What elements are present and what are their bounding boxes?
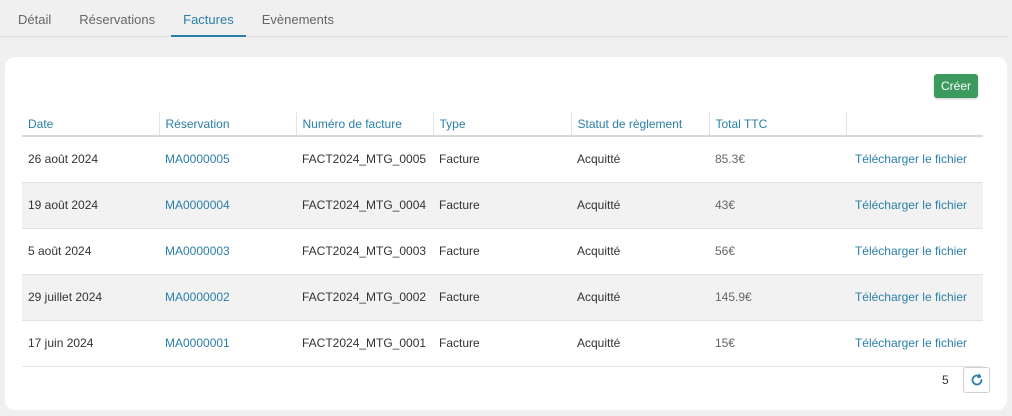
column-header-reservation[interactable]: Réservation	[159, 112, 297, 137]
cell-invoice-number: FACT2024_MTG_0004	[296, 182, 433, 229]
row-count: 5	[942, 373, 949, 387]
cell-total: 56€	[709, 228, 846, 275]
cell-type: Facture	[433, 136, 571, 183]
cell-type: Facture	[433, 274, 571, 321]
cell-type: Facture	[433, 228, 571, 275]
cell-total: 145.9€	[709, 274, 846, 321]
refresh-button[interactable]	[963, 367, 990, 393]
tab-reservations[interactable]: Réservations	[67, 0, 167, 37]
cell-date: 17 juin 2024	[22, 320, 159, 367]
invoices-table: Date Réservation Numéro de facture Type …	[22, 112, 983, 367]
reservation-link[interactable]: MA0000004	[159, 182, 296, 229]
cell-total: 43€	[709, 182, 846, 229]
download-file-link[interactable]: Télécharger le fichier	[846, 320, 983, 367]
cell-status: Acquitté	[571, 228, 709, 275]
reservation-link[interactable]: MA0000001	[159, 320, 296, 367]
cell-date: 5 août 2024	[22, 228, 159, 275]
download-file-link[interactable]: Télécharger le fichier	[846, 136, 983, 183]
cell-invoice-number: FACT2024_MTG_0002	[296, 274, 433, 321]
cell-status: Acquitté	[571, 274, 709, 321]
refresh-icon	[971, 373, 982, 386]
cell-date: 26 août 2024	[22, 136, 159, 183]
cell-type: Facture	[433, 182, 571, 229]
create-button[interactable]: Créer	[934, 74, 978, 98]
column-header-actions	[846, 112, 983, 137]
invoices-card: Créer Date Réservation Numéro de facture…	[5, 57, 1007, 410]
tab-factures[interactable]: Factures	[171, 0, 246, 37]
table-header-row: Date Réservation Numéro de facture Type …	[22, 112, 983, 137]
column-header-type[interactable]: Type	[433, 112, 572, 137]
cell-total: 15€	[709, 320, 846, 367]
tab-detail[interactable]: Détail	[6, 0, 63, 37]
download-file-link[interactable]: Télécharger le fichier	[846, 274, 983, 321]
tab-evenements[interactable]: Evènements	[250, 0, 346, 37]
cell-invoice-number: FACT2024_MTG_0001	[296, 320, 433, 367]
reservation-link[interactable]: MA0000003	[159, 228, 296, 275]
column-header-payment-status[interactable]: Statut de règlement	[571, 112, 710, 137]
table-row: 29 juillet 2024 MA0000002 FACT2024_MTG_0…	[22, 274, 983, 321]
reservation-link[interactable]: MA0000002	[159, 274, 296, 321]
cell-date: 19 août 2024	[22, 182, 159, 229]
column-header-invoice-number[interactable]: Numéro de facture	[296, 112, 434, 137]
cell-status: Acquitté	[571, 136, 709, 183]
column-header-date[interactable]: Date	[22, 112, 160, 137]
table-row: 19 août 2024 MA0000004 FACT2024_MTG_0004…	[22, 182, 983, 229]
cell-invoice-number: FACT2024_MTG_0005	[296, 136, 433, 183]
cell-invoice-number: FACT2024_MTG_0003	[296, 228, 433, 275]
reservation-link[interactable]: MA0000005	[159, 136, 296, 183]
column-header-total[interactable]: Total TTC	[709, 112, 847, 137]
download-file-link[interactable]: Télécharger le fichier	[846, 228, 983, 275]
table-row: 26 août 2024 MA0000005 FACT2024_MTG_0005…	[22, 136, 983, 183]
cell-status: Acquitté	[571, 320, 709, 367]
cell-total: 85.3€	[709, 136, 846, 183]
cell-status: Acquitté	[571, 182, 709, 229]
download-file-link[interactable]: Télécharger le fichier	[846, 182, 983, 229]
tab-bar: Détail Réservations Factures Evènements	[0, 0, 1008, 37]
cell-type: Facture	[433, 320, 571, 367]
table-row: 17 juin 2024 MA0000001 FACT2024_MTG_0001…	[22, 320, 983, 367]
cell-date: 29 juillet 2024	[22, 274, 159, 321]
table-row: 5 août 2024 MA0000003 FACT2024_MTG_0003 …	[22, 228, 983, 275]
